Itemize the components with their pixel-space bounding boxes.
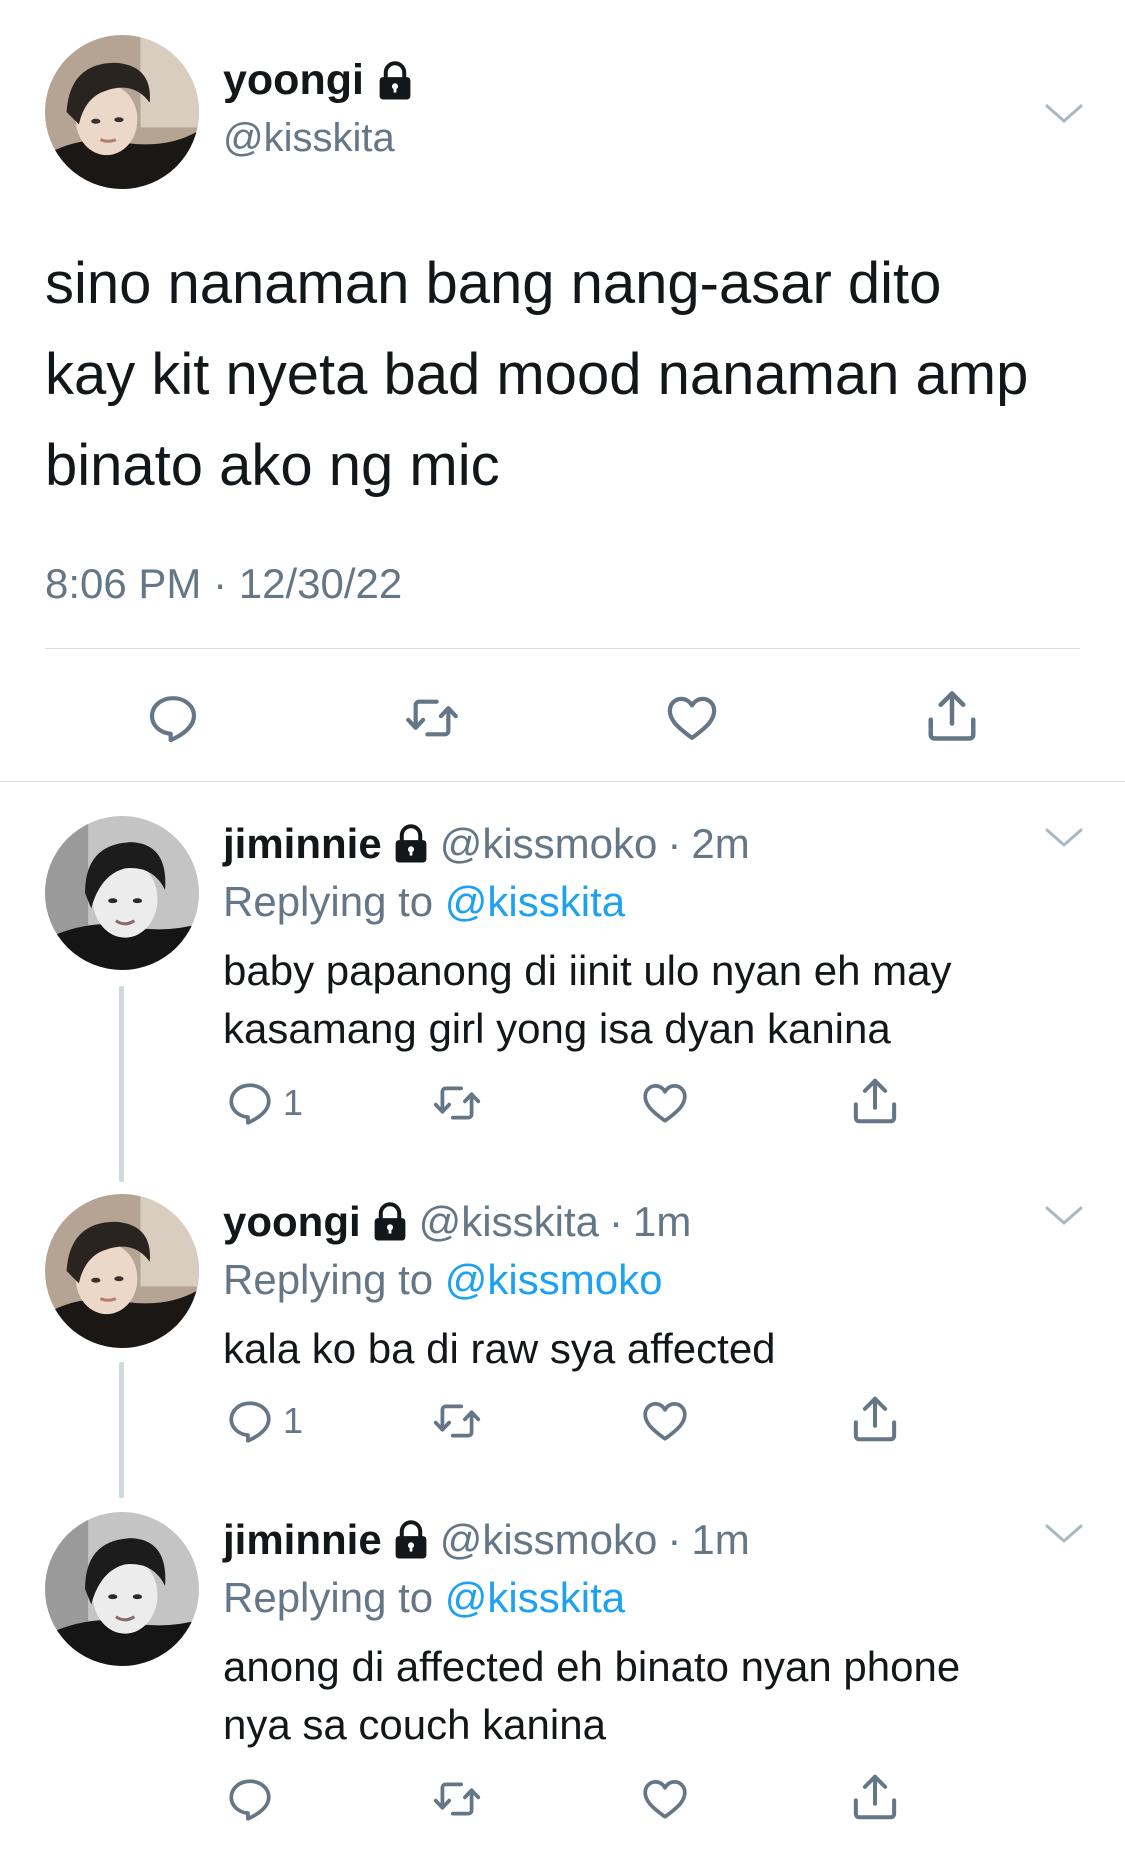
retweet-icon	[430, 1774, 484, 1824]
display-name-text: yoongi	[223, 56, 364, 104]
share-icon	[848, 1392, 902, 1446]
reply-header: jiminnie @kissmoko · 2m	[223, 820, 750, 868]
chevron-down-icon[interactable]	[1044, 826, 1084, 850]
lock-icon	[392, 824, 430, 864]
reply-tweet[interactable]: jiminnie @kissmoko · 1m Replying to @kis…	[0, 1512, 1125, 1842]
main-tweet: yoongi @kisskita sino nanaman bang nang-…	[0, 0, 1125, 781]
avatar[interactable]	[45, 1512, 199, 1666]
reply-tweet[interactable]: jiminnie @kissmoko · 2m Replying to @kis…	[0, 816, 1125, 1136]
replying-to-label: Replying to	[223, 1574, 434, 1621]
reply-icon	[225, 1396, 275, 1446]
reply-time[interactable]: 2m	[691, 820, 749, 868]
divider	[0, 781, 1125, 782]
reply-button[interactable]: 1	[225, 1078, 303, 1128]
reply-tweet[interactable]: yoongi @kisskita · 1m Replying to @kissm…	[0, 1194, 1125, 1464]
share-button[interactable]	[922, 686, 982, 746]
display-name[interactable]: jiminnie	[223, 1516, 382, 1564]
chevron-down-icon[interactable]	[1044, 1204, 1084, 1228]
reply-count: 1	[283, 1082, 304, 1123]
reply-time[interactable]: 1m	[691, 1516, 749, 1564]
reply-text: kala ko ba di raw sya affected	[223, 1325, 776, 1372]
like-button[interactable]	[664, 690, 720, 746]
reply-icon	[225, 1078, 275, 1128]
user-handle[interactable]: @kisskita	[419, 1198, 599, 1246]
reply-text: anong di affected eh binato nyan phone n…	[223, 1643, 961, 1748]
reply-button[interactable]: 1	[225, 1396, 303, 1446]
avatar[interactable]	[45, 816, 199, 970]
reply-header: jiminnie @kissmoko · 1m	[223, 1516, 750, 1564]
reply-time[interactable]: 1m	[633, 1198, 691, 1246]
user-handle[interactable]: @kissmoko	[440, 1516, 658, 1564]
user-handle[interactable]: @kisskita	[223, 116, 395, 161]
replying-to-label: Replying to	[223, 878, 434, 925]
like-icon	[664, 690, 720, 746]
display-name[interactable]: yoongi	[223, 56, 414, 105]
reply-button[interactable]	[145, 690, 201, 746]
separator-dot: ·	[667, 1516, 682, 1563]
like-icon	[640, 1774, 690, 1824]
share-icon	[922, 686, 982, 746]
tweet-actions	[0, 680, 1125, 744]
retweet-icon	[430, 1078, 484, 1128]
like-button[interactable]	[640, 1078, 690, 1128]
reply-button[interactable]	[225, 1774, 283, 1824]
share-button[interactable]	[848, 1770, 902, 1824]
display-name[interactable]: jiminnie	[223, 820, 382, 868]
replying-to-label: Replying to	[223, 1256, 434, 1303]
display-name[interactable]: yoongi	[223, 1198, 361, 1246]
like-icon	[640, 1396, 690, 1446]
divider	[45, 648, 1080, 649]
lock-icon	[371, 1202, 409, 1242]
retweet-button[interactable]	[402, 690, 462, 746]
like-button[interactable]	[640, 1396, 690, 1446]
retweet-icon	[402, 690, 462, 746]
replying-to: Replying to @kissmoko	[223, 1256, 662, 1304]
retweet-icon	[430, 1396, 484, 1446]
lock-icon	[392, 1520, 430, 1560]
avatar[interactable]	[45, 35, 199, 189]
chevron-down-icon[interactable]	[1044, 1522, 1084, 1546]
tweet-text: sino nanaman bang nang-asar dito kay kit…	[45, 251, 1029, 498]
reply-text: baby papanong di iinit ulo nyan eh may k…	[223, 947, 952, 1052]
replying-to: Replying to @kisskita	[223, 878, 625, 926]
like-button[interactable]	[640, 1774, 690, 1824]
reply-header: yoongi @kisskita · 1m	[223, 1198, 691, 1246]
retweet-button[interactable]	[430, 1396, 484, 1446]
mention-link[interactable]: @kissmoko	[445, 1256, 663, 1303]
share-button[interactable]	[848, 1074, 902, 1128]
tweet-timestamp[interactable]: 8:06 PM · 12/30/22	[45, 560, 402, 608]
user-handle[interactable]: @kissmoko	[440, 820, 658, 868]
reply-count: 1	[283, 1400, 304, 1441]
lock-icon	[376, 61, 414, 101]
retweet-button[interactable]	[430, 1078, 484, 1128]
avatar[interactable]	[45, 1194, 199, 1348]
reply-icon	[145, 690, 201, 746]
replying-to: Replying to @kisskita	[223, 1574, 625, 1622]
mention-link[interactable]: @kisskita	[445, 1574, 625, 1621]
share-icon	[848, 1074, 902, 1128]
mention-link[interactable]: @kisskita	[445, 878, 625, 925]
share-button[interactable]	[848, 1392, 902, 1446]
chevron-down-icon[interactable]	[1044, 102, 1084, 126]
separator-dot: ·	[667, 820, 682, 867]
share-icon	[848, 1770, 902, 1824]
like-icon	[640, 1078, 690, 1128]
reply-icon	[225, 1774, 275, 1824]
separator-dot: ·	[608, 1198, 623, 1245]
retweet-button[interactable]	[430, 1774, 484, 1824]
